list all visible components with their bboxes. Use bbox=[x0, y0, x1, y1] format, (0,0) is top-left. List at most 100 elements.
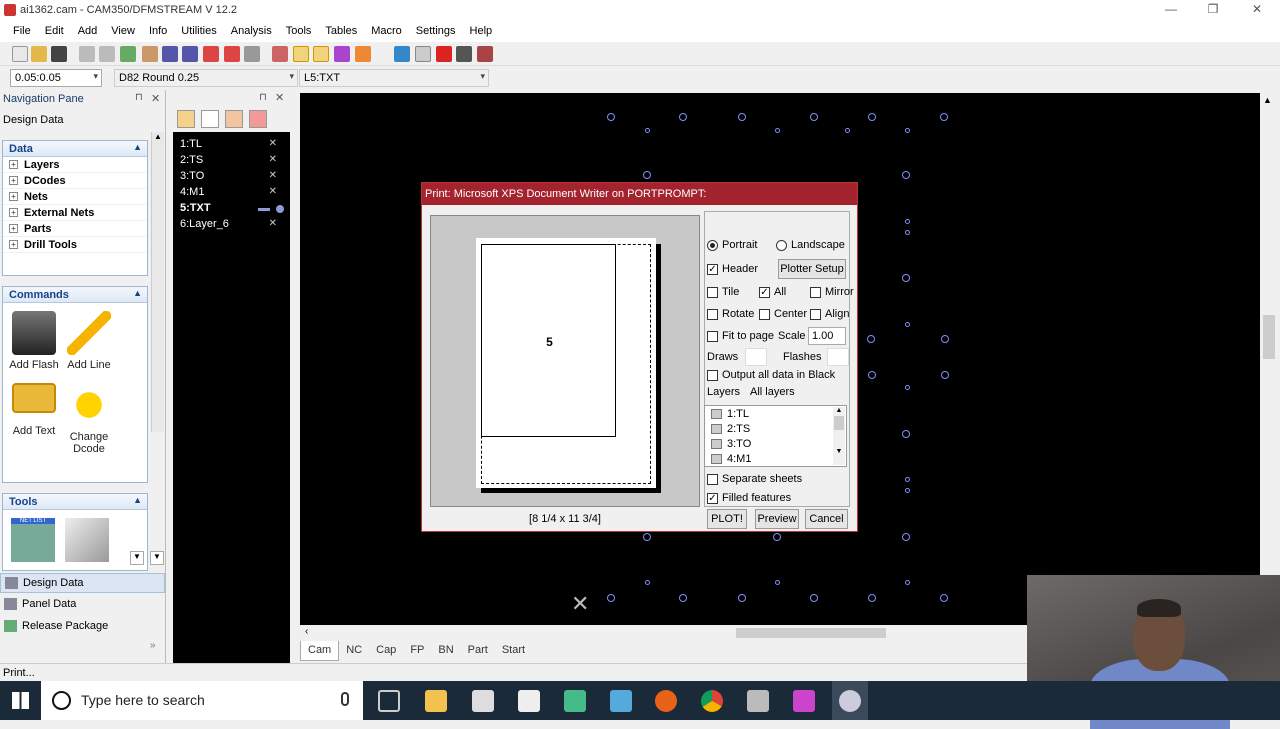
layer-icon[interactable] bbox=[272, 46, 288, 62]
print-layer-item[interactable]: 2:TS bbox=[711, 423, 750, 435]
layer-list-scrollbar[interactable]: ▲ ▼ bbox=[833, 407, 845, 465]
rotate-checkbox[interactable]: Rotate bbox=[707, 308, 754, 320]
zoom-window-icon[interactable] bbox=[203, 46, 219, 62]
align-checkbox[interactable]: Align bbox=[810, 308, 849, 320]
scroll-down-icon[interactable]: ▼ bbox=[130, 551, 144, 565]
commands-group-header[interactable]: Commands ▲ bbox=[3, 287, 147, 303]
stretch-tool-icon[interactable] bbox=[65, 518, 109, 562]
menu-info[interactable]: Info bbox=[142, 22, 174, 42]
plot-button[interactable]: PLOT! bbox=[707, 509, 747, 529]
horizontal-scrollbar[interactable]: ‹ bbox=[300, 625, 1027, 641]
tab-cam[interactable]: Cam bbox=[300, 641, 340, 661]
close-icon[interactable]: ✕ bbox=[1242, 2, 1272, 18]
menu-analysis[interactable]: Analysis bbox=[224, 22, 279, 42]
scroll-left-icon[interactable]: ‹ bbox=[305, 626, 308, 637]
microphone-icon[interactable] bbox=[341, 692, 349, 706]
app-icon[interactable] bbox=[610, 690, 632, 712]
nav-scrollbar[interactable]: ▲ bbox=[151, 132, 164, 432]
layer-edit-icon[interactable] bbox=[177, 110, 195, 128]
output-black-checkbox[interactable]: Output all data in Black bbox=[707, 369, 835, 381]
delete-icon[interactable] bbox=[436, 46, 452, 62]
draws-color[interactable] bbox=[745, 348, 767, 366]
menu-tables[interactable]: Tables bbox=[318, 22, 364, 42]
new-file-icon[interactable] bbox=[12, 46, 28, 62]
menu-edit[interactable]: Edit bbox=[38, 22, 71, 42]
tab-cap[interactable]: Cap bbox=[369, 641, 403, 661]
copy-icon[interactable] bbox=[415, 46, 431, 62]
expand-icon[interactable]: + bbox=[9, 224, 18, 233]
active-app-tile[interactable] bbox=[832, 681, 868, 720]
tree-item-dcodes[interactable]: + DCodes bbox=[3, 173, 147, 189]
menu-utilities[interactable]: Utilities bbox=[174, 22, 223, 42]
tree-item-nets[interactable]: + Nets bbox=[3, 189, 147, 205]
portrait-radio[interactable]: Portrait bbox=[707, 239, 757, 251]
add-text-button[interactable]: Add Text bbox=[6, 383, 62, 437]
pin-icon[interactable]: ⊓ bbox=[259, 92, 267, 103]
rotate-icon[interactable] bbox=[456, 46, 472, 62]
app-icon[interactable] bbox=[564, 690, 586, 712]
menu-help[interactable]: Help bbox=[463, 22, 500, 42]
scroll-thumb[interactable] bbox=[834, 416, 844, 430]
layer-row[interactable]: 6:Layer_6 ✕ bbox=[180, 218, 285, 234]
layer-copy-icon[interactable] bbox=[225, 110, 243, 128]
scroll-up-icon[interactable]: ▲ bbox=[1263, 95, 1272, 105]
preview-button[interactable]: Preview bbox=[755, 509, 799, 529]
layer-row[interactable]: 1:TL ✕ bbox=[180, 138, 285, 154]
expand-icon[interactable]: + bbox=[9, 160, 18, 169]
data-group-header[interactable]: Data ▲ bbox=[3, 141, 147, 157]
swap-icon[interactable] bbox=[355, 46, 371, 62]
calculator-icon[interactable] bbox=[747, 690, 769, 712]
minimize-icon[interactable]: — bbox=[1156, 2, 1186, 18]
expand-icon[interactable]: + bbox=[9, 208, 18, 217]
firefox-icon[interactable] bbox=[655, 690, 677, 712]
scroll-down-icon[interactable]: ▼ bbox=[150, 551, 164, 565]
vertical-scrollbar[interactable]: ▲ bbox=[1260, 93, 1278, 625]
layer-hide-icon[interactable]: ✕ bbox=[269, 154, 277, 165]
separate-sheets-checkbox[interactable]: Separate sheets bbox=[707, 473, 802, 485]
mirror-checkbox[interactable]: Mirror bbox=[810, 286, 854, 298]
expand-pane-icon[interactable]: » bbox=[150, 640, 156, 651]
redo-icon[interactable] bbox=[99, 46, 115, 62]
zoom-all-icon[interactable] bbox=[224, 46, 240, 62]
mail-icon[interactable] bbox=[518, 690, 540, 712]
grid-select[interactable]: 0.05:0.05 ▾ bbox=[10, 69, 102, 87]
scale-input[interactable]: 1.00 bbox=[808, 327, 846, 345]
add-flash-button[interactable]: Add Flash bbox=[6, 311, 62, 371]
taskbar-search[interactable]: Type here to search bbox=[41, 681, 363, 720]
open-folder-icon[interactable] bbox=[31, 46, 47, 62]
fit-to-page-checkbox[interactable]: Fit to page bbox=[707, 330, 774, 342]
pin-icon[interactable]: ⊓ bbox=[135, 92, 143, 103]
close-icon[interactable]: ✕ bbox=[275, 91, 284, 104]
grid-icon[interactable] bbox=[293, 46, 309, 62]
change-dcode-button[interactable]: Change Dcode bbox=[61, 383, 117, 455]
color-icon[interactable] bbox=[334, 46, 350, 62]
save-icon[interactable] bbox=[51, 46, 67, 62]
layer-row-active[interactable]: 5:TXT bbox=[180, 202, 285, 218]
netlist-tool-icon[interactable]: NET LIST bbox=[11, 518, 55, 562]
chrome-icon[interactable] bbox=[701, 690, 723, 712]
tab-start[interactable]: Start bbox=[495, 641, 532, 661]
layer-hide-icon[interactable]: ✕ bbox=[269, 170, 277, 181]
tree-item-parts[interactable]: + Parts bbox=[3, 221, 147, 237]
tab-part[interactable]: Part bbox=[461, 641, 495, 661]
flashes-color[interactable] bbox=[827, 348, 849, 366]
camera-app-icon[interactable] bbox=[472, 690, 494, 712]
undo-icon[interactable] bbox=[79, 46, 95, 62]
windows-start-icon[interactable] bbox=[12, 692, 29, 709]
layer-row[interactable]: 2:TS ✕ bbox=[180, 154, 285, 170]
expand-icon[interactable]: + bbox=[9, 240, 18, 249]
nav-release-package[interactable]: Release Package bbox=[0, 617, 165, 637]
nav-design-data[interactable]: Design Data bbox=[0, 573, 165, 593]
all-checkbox[interactable]: ✓ All bbox=[759, 286, 786, 298]
scroll-up-icon[interactable]: ▲ bbox=[833, 407, 845, 414]
tile-checkbox[interactable]: Tile bbox=[707, 286, 739, 298]
task-view-icon[interactable] bbox=[378, 690, 400, 712]
menu-add[interactable]: Add bbox=[71, 22, 105, 42]
filled-features-checkbox[interactable]: ✓ Filled features bbox=[707, 492, 791, 504]
redraw-icon[interactable] bbox=[120, 46, 136, 62]
landscape-radio[interactable]: Landscape bbox=[776, 239, 845, 251]
header-checkbox[interactable]: ✓ Header bbox=[707, 263, 758, 275]
tree-item-external-nets[interactable]: + External Nets bbox=[3, 205, 147, 221]
select-icon[interactable] bbox=[142, 46, 158, 62]
zoom-in-icon[interactable] bbox=[162, 46, 178, 62]
